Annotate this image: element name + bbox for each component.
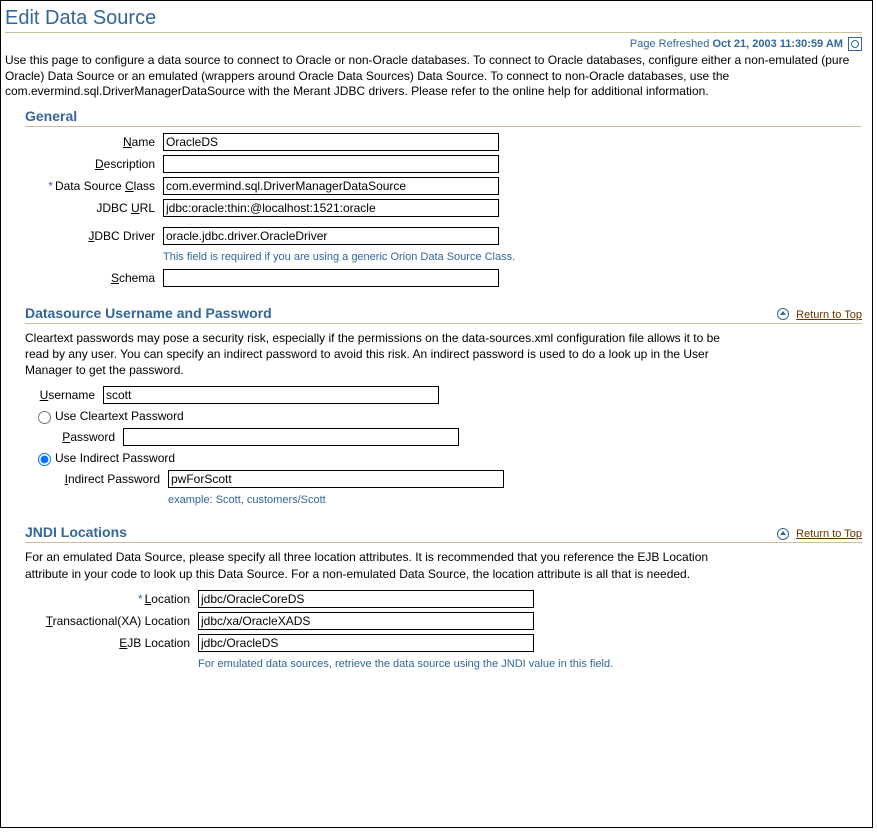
page-intro: Use this page to configure a data source… xyxy=(5,53,862,100)
jdbc-driver-input[interactable] xyxy=(163,227,499,245)
name-label: Name xyxy=(25,135,163,149)
return-top-icon[interactable] xyxy=(777,528,789,540)
location-label: *Location xyxy=(25,592,198,606)
section-credentials-header: Datasource Username and Password xyxy=(25,305,272,321)
return-to-top-link[interactable]: Return to Top xyxy=(796,528,862,540)
description-input[interactable] xyxy=(163,155,499,173)
class-input[interactable] xyxy=(163,177,499,195)
indirect-password-radio[interactable] xyxy=(38,453,51,466)
page-refreshed-timestamp: Oct 21, 2003 11:30:59 AM xyxy=(712,38,842,50)
cleartext-password-radio[interactable] xyxy=(38,411,51,424)
jndi-intro: For an emulated Data Source, please spec… xyxy=(25,549,725,581)
page-title: Edit Data Source xyxy=(5,7,862,33)
section-jndi-header: JNDI Locations xyxy=(25,524,127,540)
location-input[interactable] xyxy=(198,590,534,608)
cleartext-password-radio-label: Use Cleartext Password xyxy=(55,409,184,423)
schema-input[interactable] xyxy=(163,269,499,287)
description-label: Description xyxy=(25,157,163,171)
return-to-top-link[interactable]: Return to Top xyxy=(796,309,862,321)
credentials-intro: Cleartext passwords may pose a security … xyxy=(25,330,725,379)
username-input[interactable] xyxy=(103,386,439,404)
xa-location-label: Transactional(XA) Location xyxy=(25,614,198,628)
password-input[interactable] xyxy=(123,428,459,446)
indirect-password-radio-label: Use Indirect Password xyxy=(55,451,175,465)
page-refreshed-label: Page Refreshed xyxy=(630,38,710,50)
refresh-icon[interactable] xyxy=(848,37,862,51)
page-refreshed-row: Page Refreshed Oct 21, 2003 11:30:59 AM xyxy=(5,37,862,51)
jdbc-url-input[interactable] xyxy=(163,199,499,217)
ejb-location-input[interactable] xyxy=(198,634,534,652)
indirect-password-hint: example: Scott, customers/Scott xyxy=(168,494,326,506)
section-general-header: General xyxy=(25,108,77,124)
indirect-password-input[interactable] xyxy=(168,470,504,488)
jdbc-url-label: JDBC URL xyxy=(25,201,163,215)
return-top-icon[interactable] xyxy=(777,308,789,320)
indirect-password-label: Indirect Password xyxy=(45,472,168,486)
ejb-location-label: EJB Location xyxy=(25,636,198,650)
jdbc-driver-label: JDBC Driver xyxy=(25,229,163,243)
xa-location-input[interactable] xyxy=(198,612,534,630)
name-input[interactable] xyxy=(163,133,499,151)
schema-label: Schema xyxy=(25,271,163,285)
class-label: *Data Source Class xyxy=(25,179,163,193)
username-label: Username xyxy=(25,388,103,402)
jndi-hint: For emulated data sources, retrieve the … xyxy=(198,658,613,670)
password-label: Password xyxy=(45,430,123,444)
jdbc-driver-hint: This field is required if you are using … xyxy=(163,251,515,263)
